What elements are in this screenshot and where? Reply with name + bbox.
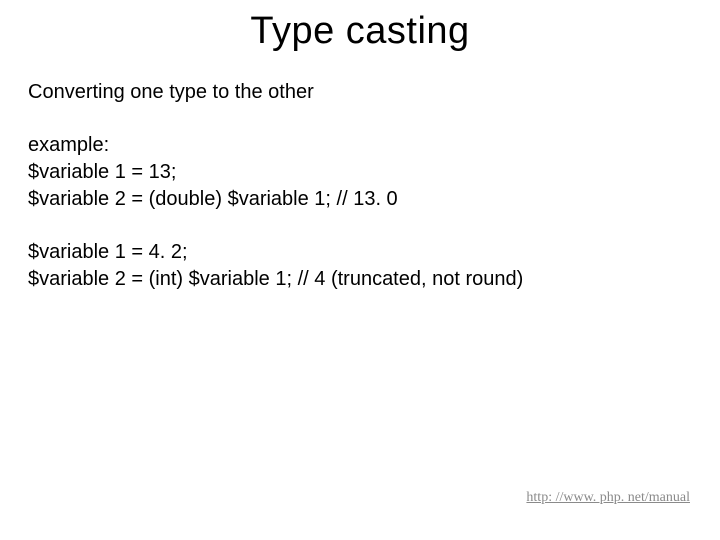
code-line: $variable 1 = 4. 2; bbox=[28, 239, 692, 266]
code-line: $variable 1 = 13; bbox=[28, 159, 692, 186]
manual-link[interactable]: http: //www. php. net/manual bbox=[526, 490, 690, 506]
slide-body: Converting one type to the other example… bbox=[0, 59, 720, 293]
slide-title: Type casting bbox=[0, 0, 720, 59]
example-block-1: example: $variable 1 = 13; $variable 2 =… bbox=[28, 132, 692, 213]
intro-text: Converting one type to the other bbox=[28, 79, 692, 106]
example-label: example: bbox=[28, 132, 692, 159]
code-line: $variable 2 = (double) $variable 1; // 1… bbox=[28, 186, 692, 213]
code-line: $variable 2 = (int) $variable 1; // 4 (t… bbox=[28, 266, 692, 293]
slide: Type casting Converting one type to the … bbox=[0, 0, 720, 540]
example-block-2: $variable 1 = 4. 2; $variable 2 = (int) … bbox=[28, 239, 692, 293]
